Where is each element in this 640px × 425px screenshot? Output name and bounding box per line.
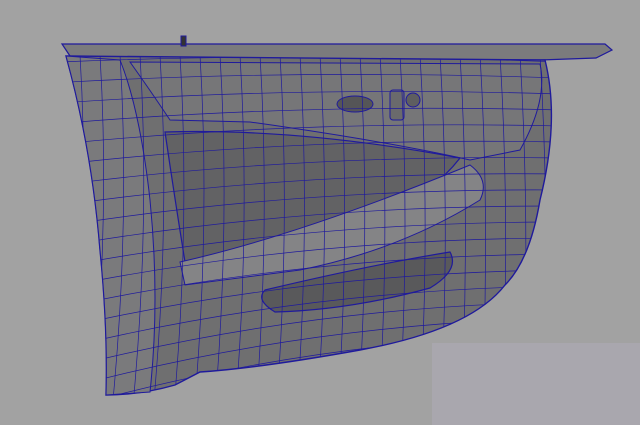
3d-viewport[interactable]	[0, 0, 640, 425]
top-pin	[180, 35, 187, 47]
lock-knob	[405, 92, 421, 108]
